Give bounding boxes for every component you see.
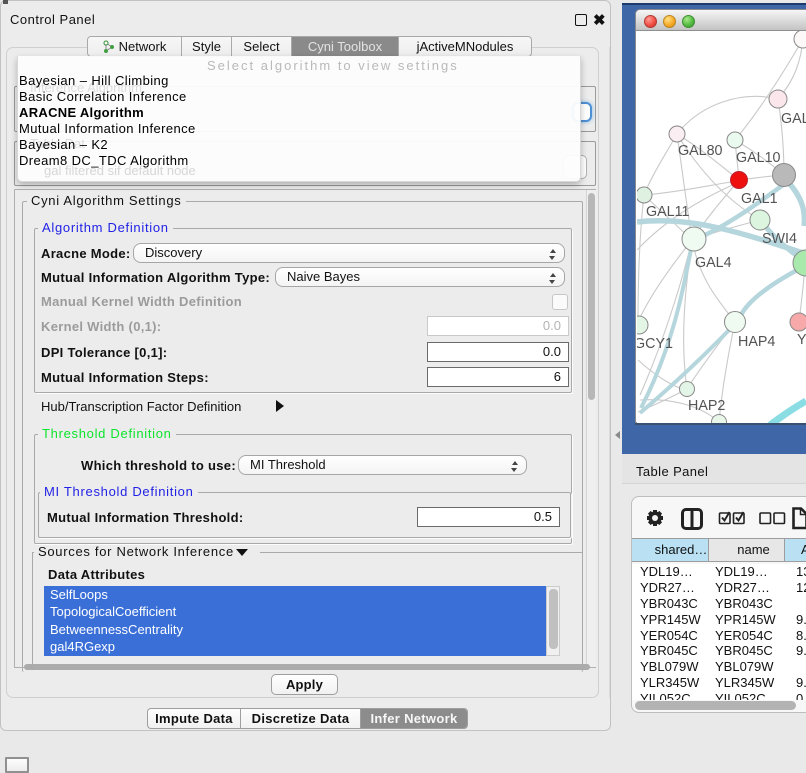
svg-text:GAL4: GAL4 <box>695 255 732 271</box>
svg-text:GAL1: GAL1 <box>741 191 778 207</box>
svg-text:HAP4: HAP4 <box>738 334 775 350</box>
svg-text:SWI4: SWI4 <box>762 231 797 247</box>
svg-text:GCY1: GCY1 <box>637 336 673 352</box>
svg-text:Y: Y <box>797 332 806 348</box>
svg-text:GAL80: GAL80 <box>678 143 723 159</box>
svg-text:HAP2: HAP2 <box>688 398 725 414</box>
svg-text:GAL11: GAL11 <box>646 204 689 220</box>
svg-text:GAL7: GAL7 <box>781 111 806 127</box>
svg-text:GAL10: GAL10 <box>736 150 781 166</box>
